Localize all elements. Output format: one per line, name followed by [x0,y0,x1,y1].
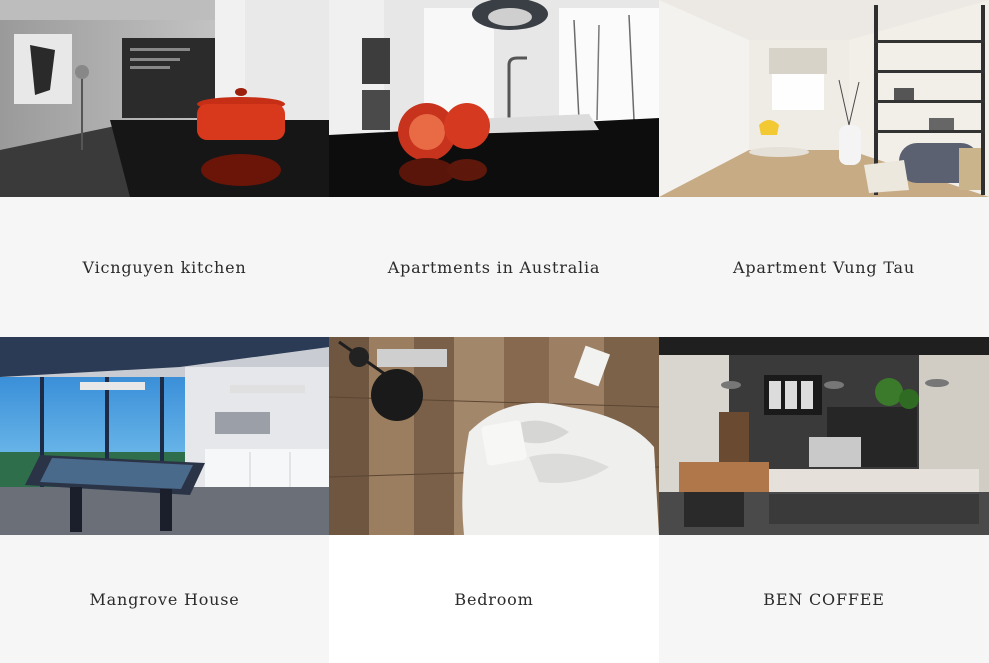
bedroom-topdown-photo[interactable] [329,337,659,535]
project-title[interactable]: Mangrove House [89,590,239,609]
caption-area: BEN COFFEE [659,535,989,663]
kitchen-tomatoes-photo[interactable] [329,0,659,197]
project-card-apartments-australia[interactable]: Apartments in Australia [329,0,659,337]
project-card-ben-coffee[interactable]: BEN COFFEE [659,337,989,663]
project-title[interactable]: Apartment Vung Tau [733,258,915,277]
coffee-shop-photo[interactable] [659,337,989,535]
project-grid: Vicnguyen kitchen Apartments in Australi… [0,0,989,663]
living-room-corridor-photo[interactable] [659,0,989,197]
project-title[interactable]: Bedroom [454,590,533,609]
project-title[interactable]: Apartments in Australia [388,258,600,277]
kitchen-red-pot-photo[interactable] [0,0,329,197]
project-card-apartment-vung-tau[interactable]: Apartment Vung Tau [659,0,989,337]
project-title[interactable]: Vicnguyen kitchen [83,258,247,277]
caption-area: Apartment Vung Tau [659,197,989,337]
billiard-room-photo[interactable] [0,337,329,535]
caption-area: Apartments in Australia [329,197,659,337]
caption-area: Vicnguyen kitchen [0,197,329,337]
caption-area: Mangrove House [0,535,329,663]
project-title[interactable]: BEN COFFEE [763,590,884,609]
project-card-mangrove-house[interactable]: Mangrove House [0,337,329,663]
caption-area: Bedroom [329,535,659,663]
project-card-vicnguyen-kitchen[interactable]: Vicnguyen kitchen [0,0,329,337]
project-card-bedroom[interactable]: Bedroom [329,337,659,663]
